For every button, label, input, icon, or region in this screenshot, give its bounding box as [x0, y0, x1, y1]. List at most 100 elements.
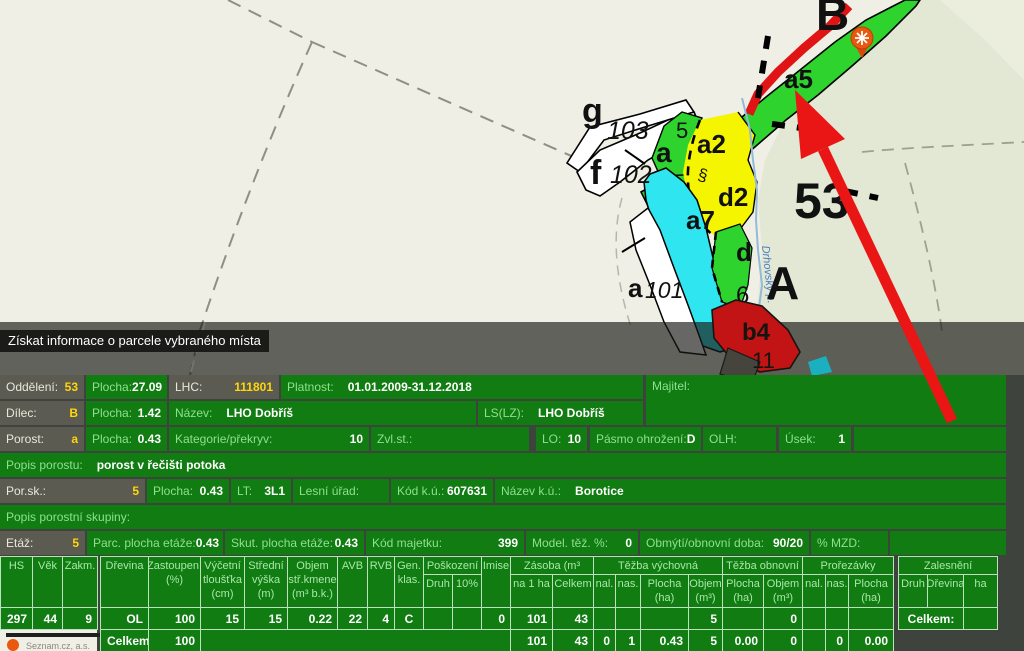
- field-plocha-porsk: Plocha:0.43: [147, 479, 229, 503]
- field-skut-plocha: Skut. plocha etáže:0.43: [225, 531, 364, 555]
- table-cell: 22: [337, 607, 368, 630]
- table-cell: C: [394, 607, 424, 630]
- field-majitel: Majitel:: [646, 375, 1006, 425]
- label-b4: b4: [742, 319, 771, 346]
- table-cell: 15: [200, 607, 245, 630]
- table-header-cell: Zakm.: [62, 556, 98, 608]
- label-a101-a: a: [628, 273, 643, 303]
- table-header-cell: Objem stř.kmene (m³ b.k.): [287, 556, 338, 608]
- field-lo: LO:10: [536, 427, 587, 451]
- table-cell: 0.22: [287, 607, 338, 630]
- table-cell: 5: [688, 607, 723, 630]
- table-header-cell: Výčetní tloušťka (cm): [200, 556, 245, 608]
- table-header-cell: Zastoupení (%): [148, 556, 201, 608]
- table-subheader-cell: nal.: [593, 574, 616, 608]
- table-subheader-cell: Plocha (ha): [640, 574, 689, 608]
- field-dilec: Dílec:B: [0, 401, 84, 425]
- label-a101-n: 101: [645, 277, 683, 303]
- table-subheader-cell: Objem (m³): [763, 574, 803, 608]
- field-plocha-oddeleni: Plocha:27.09: [86, 375, 167, 399]
- table-subheader-cell: Druh: [423, 574, 453, 608]
- table-subheader-cell: Druh: [898, 574, 928, 608]
- field-kod-ku: Kód k.ú.:607631: [391, 479, 493, 503]
- label-a2: a2: [697, 129, 726, 159]
- table-subheader-cell: ha: [963, 574, 998, 608]
- table-header-cell: HS: [0, 556, 33, 608]
- seznam-logo-icon: [7, 639, 19, 651]
- label-dilec-B: B: [816, 0, 849, 40]
- label-a: a: [656, 137, 672, 168]
- table-cell: 0: [481, 607, 511, 630]
- table-header-cell: Dřevina: [100, 556, 149, 608]
- table-cell-zalesneni-total-label: Celkem:: [898, 607, 964, 630]
- table-header-cell: Střední výška (m): [244, 556, 288, 608]
- table-total-cell: [802, 629, 826, 651]
- table-cell: [452, 607, 482, 630]
- table-subheader-cell: na 1 ha: [510, 574, 553, 608]
- table-total-cell: 5: [688, 629, 723, 651]
- label-a7: a7: [686, 205, 715, 235]
- field-mzd: % MZD:: [811, 531, 888, 555]
- table-subheader-cell: Objem (m³): [688, 574, 723, 608]
- table-group-header-cell: Prořezávky: [802, 556, 894, 575]
- field-kategorie: Kategorie/překryv:10: [169, 427, 369, 451]
- table-cell: [423, 607, 453, 630]
- field-lhc: LHC:111801: [169, 375, 279, 399]
- table-cell: 101: [510, 607, 553, 630]
- field-lslz: LS(LZ):LHO Dobříš: [478, 401, 643, 425]
- field-pasmo: Pásmo ohrožení:D: [590, 427, 701, 451]
- label-g: g: [582, 92, 603, 130]
- table-cell: 15: [244, 607, 288, 630]
- field-olh: OLH:: [703, 427, 776, 451]
- table-total-cell: 0.43: [640, 629, 689, 651]
- label-f: f: [590, 154, 602, 192]
- table-cell: [615, 607, 641, 630]
- field-parc-plocha: Parc. plocha etáže:0.43: [87, 531, 223, 555]
- map-tooltip: Získat informace o parcele vybraného mís…: [0, 330, 269, 352]
- field-empty-row3: [854, 427, 1006, 451]
- table-cell: 297: [0, 607, 33, 630]
- attribution-text: Seznam.cz, a.s.: [26, 641, 90, 651]
- table-header-cell: AVB: [337, 556, 368, 608]
- label-oddeleni-53: 53: [794, 173, 850, 229]
- table-subheader-cell: Dřevina: [927, 574, 964, 608]
- table-total-label: Celkem:: [100, 629, 149, 651]
- table-header-cell: Věk: [32, 556, 63, 608]
- field-zvlst: Zvl.st.:: [371, 427, 529, 451]
- table-total-cell: 0.00: [722, 629, 764, 651]
- field-platnost: Platnost:01.01.2009-31.12.2018: [281, 375, 643, 399]
- label-d2: d2: [718, 182, 748, 212]
- label-5: 5: [676, 118, 688, 143]
- field-lt: LT:3L1: [231, 479, 291, 503]
- field-obmyti: Obmýtí/obnovní doba:90/20: [640, 531, 809, 555]
- table-cell: 0: [763, 607, 803, 630]
- table-cell: [722, 607, 764, 630]
- field-nazev-ku: Název k.ú.:Borotice: [495, 479, 1006, 503]
- table-cell: OL: [100, 607, 149, 630]
- field-lesni-urad: Lesní úřad:: [293, 479, 389, 503]
- label-dilec-A: A: [766, 257, 799, 309]
- table-header-cell: Imise: [481, 556, 511, 608]
- table-group-header-cell: Těžba výchovná: [593, 556, 723, 575]
- table-total-cell: 0: [763, 629, 803, 651]
- label-d: d: [736, 237, 752, 267]
- field-model-tez: Model. těž. %:0: [526, 531, 638, 555]
- table-group-header-cell: Zalesnění: [898, 556, 998, 575]
- table-group-header-cell: Těžba obnovní: [722, 556, 803, 575]
- table-header-cell: Gen. klas.: [394, 556, 424, 608]
- table-subheader-cell: Celkem: [552, 574, 594, 608]
- field-plocha-porost: Plocha:0.43: [86, 427, 167, 451]
- table-total-cell: 0: [825, 629, 849, 651]
- table-cell: 9: [62, 607, 98, 630]
- field-popis-ps: Popis porostní skupiny:: [0, 505, 1006, 529]
- table-total-cell: 43: [552, 629, 594, 651]
- table-cell: 4: [367, 607, 395, 630]
- table-subheader-cell: 10%: [452, 574, 482, 608]
- table-group-header-cell: Zásoba (m³ b.k.): [510, 556, 594, 575]
- table-subheader-cell: Plocha (ha): [848, 574, 894, 608]
- field-kod-majetku: Kód majetku:399: [366, 531, 524, 555]
- table-subheader-cell: nal.: [802, 574, 826, 608]
- field-nazev: Název:LHO Dobříš: [169, 401, 476, 425]
- table-total-cell: 100: [148, 629, 201, 651]
- table-total-cell: 101: [510, 629, 553, 651]
